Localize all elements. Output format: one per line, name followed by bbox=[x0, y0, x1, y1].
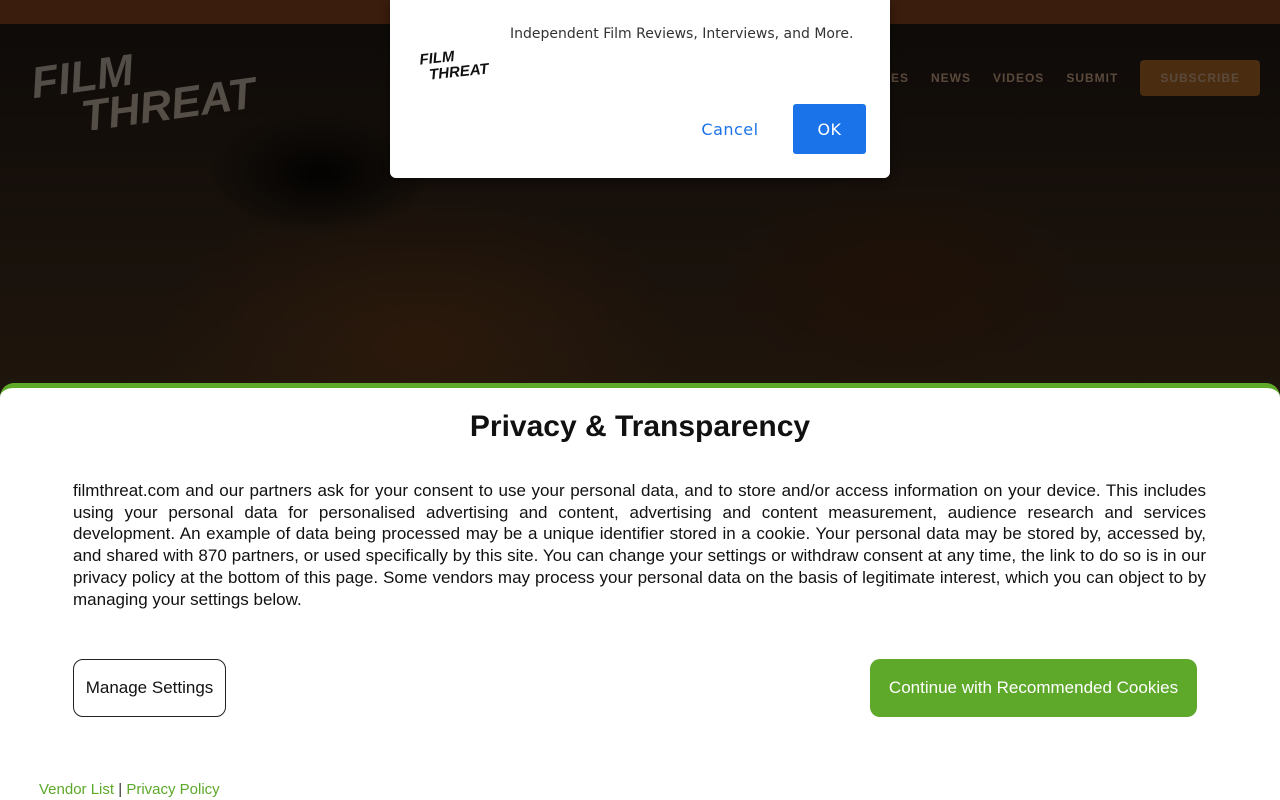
privacy-policy-link[interactable]: Privacy Policy bbox=[126, 781, 219, 798]
consent-dialog: Privacy & Transparency filmthreat.com an… bbox=[0, 383, 1280, 800]
notification-cancel-button[interactable]: Cancel bbox=[688, 104, 772, 154]
notification-message: Independent Film Reviews, Interviews, an… bbox=[510, 26, 854, 42]
consent-title: Privacy & Transparency bbox=[469, 410, 811, 443]
link-separator: | bbox=[118, 781, 123, 798]
consent-body: filmthreat.com and our partners ask for … bbox=[73, 481, 1206, 609]
manage-settings-button[interactable]: Manage Settings bbox=[73, 659, 226, 717]
notification-prompt: FILM THREAT Independent Film Reviews, In… bbox=[390, 0, 890, 178]
nav-news[interactable]: NEWS bbox=[931, 71, 971, 85]
vendor-list-link[interactable]: Vendor List bbox=[39, 781, 114, 798]
nav-videos[interactable]: VIDEOS bbox=[993, 71, 1044, 85]
continue-recommended-cookies-button[interactable]: Continue with Recommended Cookies bbox=[870, 659, 1197, 717]
consent-footer-links: Vendor List | Privacy Policy bbox=[39, 781, 220, 798]
nav-submit[interactable]: SUBMIT bbox=[1066, 71, 1118, 85]
film-threat-logo-icon: FILM THREAT bbox=[419, 48, 492, 82]
site-nav: FEATURES NEWS VIDEOS SUBMIT SUBSCRIBE bbox=[837, 60, 1260, 96]
notification-ok-button[interactable]: OK bbox=[793, 104, 866, 154]
subscribe-button[interactable]: SUBSCRIBE bbox=[1140, 60, 1260, 96]
site-logo[interactable]: FILM THREAT bbox=[22, 30, 277, 130]
